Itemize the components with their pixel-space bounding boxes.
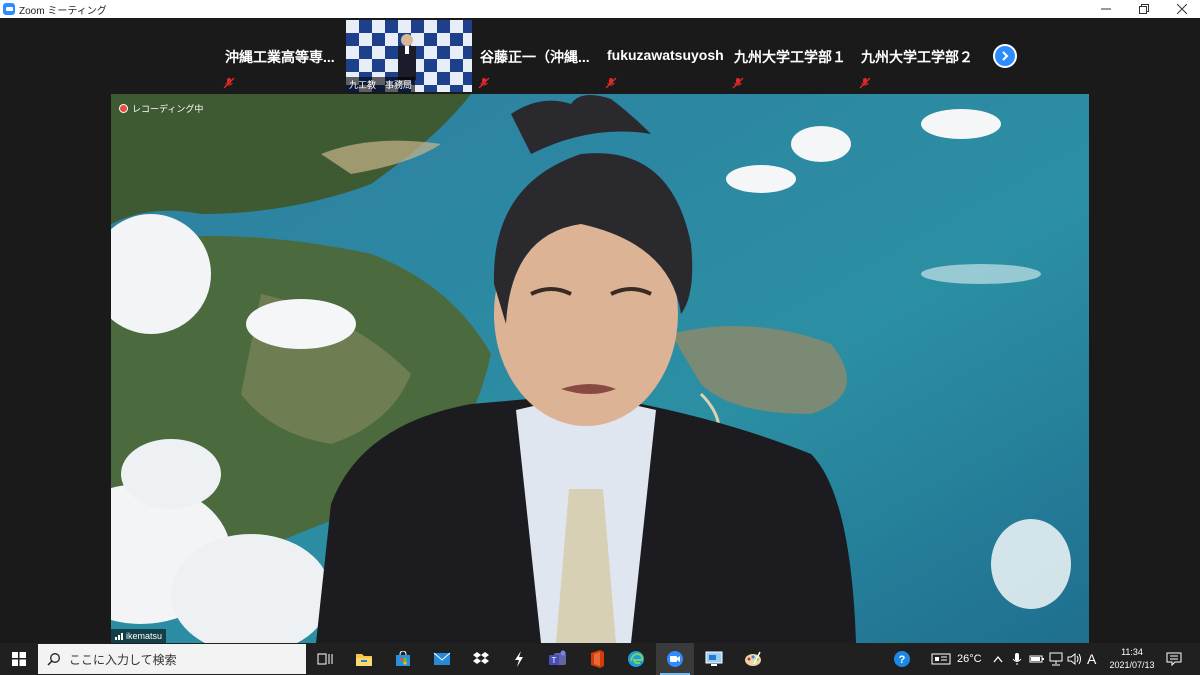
battery-tray-button[interactable] xyxy=(1029,643,1045,675)
participant-tile[interactable]: fukuzawatsuyoshi xyxy=(601,20,727,92)
paint-button[interactable] xyxy=(734,643,772,675)
battery-icon xyxy=(1029,655,1044,663)
teams-icon: T xyxy=(549,650,566,665)
signal-bars-icon xyxy=(115,632,123,640)
participant-video-tile[interactable]: 九工教 事務局 xyxy=(346,20,472,92)
help-button[interactable]: ? xyxy=(893,643,911,675)
taskbar: ここに入力して検索 T ? 26°C A 11:34 2021/07/13 xyxy=(0,643,1200,675)
clock[interactable]: 11:34 2021/07/13 xyxy=(1108,646,1156,672)
active-speaker-video[interactable]: レコーディング中 ikematsu xyxy=(111,94,1089,643)
mic-muted-icon xyxy=(478,77,490,89)
notification-icon xyxy=(1166,652,1182,666)
zoom-window: Zoom ミーティング 沖縄工業高等専... 九工教 事務局 谷藤正一（沖縄..… xyxy=(0,0,1200,675)
remote-desktop-button[interactable] xyxy=(695,643,733,675)
task-view-button[interactable] xyxy=(306,643,344,675)
recording-label: レコーディング中 xyxy=(132,104,204,114)
participant-tile[interactable]: 沖縄工業高等専... xyxy=(219,20,345,92)
mic-muted-icon xyxy=(732,77,744,89)
help-icon: ? xyxy=(894,651,910,667)
clock-time: 11:34 xyxy=(1121,647,1143,657)
participant-tile[interactable]: 谷藤正一（沖縄... xyxy=(474,20,600,92)
zoom-taskbar-button[interactable] xyxy=(656,643,694,675)
edge-button[interactable] xyxy=(617,643,655,675)
notification-center-button[interactable] xyxy=(1166,643,1182,675)
next-page-icon xyxy=(1002,51,1009,61)
window-title: Zoom ミーティング xyxy=(19,5,107,17)
zoom-icon xyxy=(667,651,683,667)
title-bar: Zoom ミーティング xyxy=(0,0,1200,18)
restore-button[interactable] xyxy=(1124,0,1164,18)
next-page-button[interactable] xyxy=(993,44,1017,68)
participant-strip: 沖縄工業高等専... 九工教 事務局 谷藤正一（沖縄... fukuzawats… xyxy=(0,18,1200,93)
terminal-button[interactable] xyxy=(500,643,538,675)
zoom-logo-icon xyxy=(3,3,15,15)
svg-text:?: ? xyxy=(899,654,906,666)
participant-name: 九州大学工学部１ xyxy=(734,49,846,65)
mic-muted-icon xyxy=(223,77,235,89)
paint-icon xyxy=(745,651,761,666)
show-hidden-icons-button[interactable] xyxy=(993,643,1003,675)
participant-name: 沖縄工業高等専... xyxy=(225,49,335,65)
search-placeholder: ここに入力して検索 xyxy=(69,652,177,667)
svg-text:T: T xyxy=(552,656,557,665)
edge-icon xyxy=(628,651,644,667)
file-explorer-icon xyxy=(356,654,372,666)
weather-temperature: 26°C xyxy=(957,653,982,665)
network-icon xyxy=(1049,652,1063,666)
recording-icon xyxy=(119,104,128,113)
participant-tile[interactable]: 九州大学工学部２ xyxy=(855,20,981,92)
participant-name: fukuzawatsuyoshi xyxy=(607,47,723,63)
start-button[interactable] xyxy=(0,643,38,675)
taskbar-search-box[interactable]: ここに入力して検索 xyxy=(38,644,306,674)
participant-name: 九州大学工学部２ xyxy=(861,49,973,65)
mic-muted-icon xyxy=(859,77,871,89)
weather-icon xyxy=(931,653,951,665)
recording-indicator: レコーディング中 xyxy=(119,102,203,115)
network-tray-button[interactable] xyxy=(1048,643,1064,675)
mail-button[interactable] xyxy=(423,643,461,675)
dropbox-icon xyxy=(473,652,489,664)
weather-widget[interactable]: 26°C xyxy=(931,643,982,675)
office-button[interactable] xyxy=(578,643,616,675)
search-icon xyxy=(47,653,60,666)
teams-button[interactable]: T xyxy=(539,643,577,675)
dropbox-button[interactable] xyxy=(462,643,500,675)
participant-tile[interactable]: 九州大学工学部１ xyxy=(728,20,854,92)
store-icon xyxy=(396,651,410,666)
chevron-up-icon xyxy=(993,655,1003,663)
file-explorer-button[interactable] xyxy=(345,643,383,675)
participant-name: 谷藤正一（沖縄... xyxy=(480,49,590,65)
office-icon xyxy=(591,650,604,668)
volume-tray-button[interactable] xyxy=(1067,643,1083,675)
microphone-icon xyxy=(1012,653,1022,665)
speaker-name: ikematsu xyxy=(126,631,163,641)
terminal-icon xyxy=(515,651,523,667)
close-button[interactable] xyxy=(1162,0,1200,18)
virtual-background xyxy=(111,94,1089,643)
clock-date: 2021/07/13 xyxy=(1109,660,1155,670)
ime-indicator[interactable]: A xyxy=(1087,643,1096,675)
task-view-icon xyxy=(317,653,333,665)
participant-name: 九工教 事務局 xyxy=(346,77,416,92)
participant-video xyxy=(398,34,416,80)
minimize-button[interactable] xyxy=(1086,0,1126,18)
mic-muted-icon xyxy=(605,77,617,89)
windows-logo-icon xyxy=(12,652,26,666)
speaker-name-label: ikematsu xyxy=(111,629,167,643)
remote-desktop-icon xyxy=(705,651,723,666)
mail-icon xyxy=(433,652,451,665)
store-button[interactable] xyxy=(384,643,422,675)
volume-icon xyxy=(1067,653,1081,665)
microphone-tray-button[interactable] xyxy=(1012,643,1022,675)
